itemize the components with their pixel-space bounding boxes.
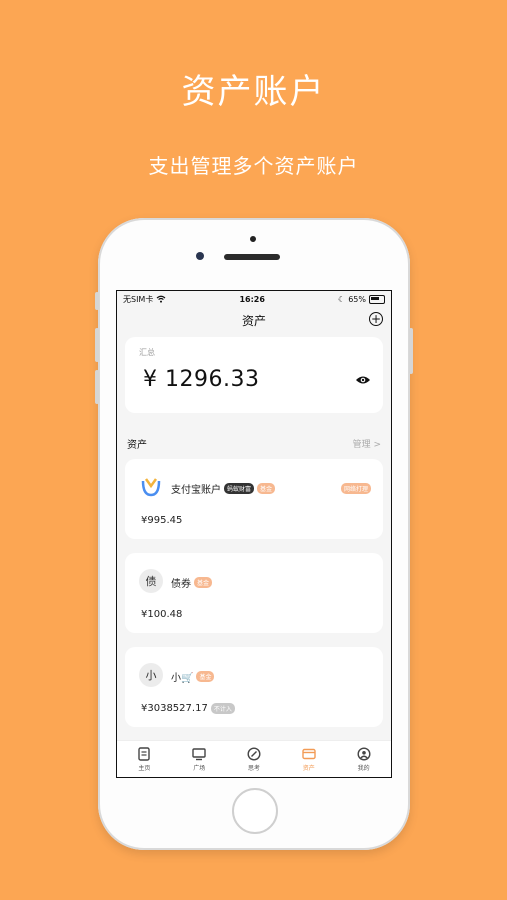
moon-icon: ☾ bbox=[338, 294, 346, 304]
tab-label: 思考 bbox=[247, 764, 260, 772]
tab-label: 主页 bbox=[138, 764, 151, 772]
tab-home[interactable]: 主页 bbox=[117, 741, 172, 777]
nav-bar: 资产 + bbox=[117, 307, 391, 333]
promo-subline: 支出管理多个资产账户 bbox=[148, 154, 359, 178]
alipay-logo-icon bbox=[139, 475, 163, 499]
asset-amount: ¥3038527.17 不计入 bbox=[141, 703, 235, 714]
tab-label: 广场 bbox=[193, 764, 206, 772]
compass-icon bbox=[247, 746, 261, 761]
front-camera bbox=[196, 252, 204, 260]
tab-label: 我的 bbox=[357, 764, 370, 772]
battery-percent: 65% bbox=[348, 294, 366, 304]
asset-right-tag: 网络打理 bbox=[340, 483, 371, 494]
card-icon bbox=[302, 748, 316, 759]
summary-amount: ¥ 1296.33 bbox=[143, 367, 260, 392]
asset-tag: 基金 bbox=[194, 577, 213, 588]
tab-mine[interactable]: 我的 bbox=[336, 741, 391, 777]
tab-think[interactable]: 思考 bbox=[227, 741, 282, 777]
small-icon: 小 bbox=[139, 663, 163, 687]
tab-square[interactable]: 广场 bbox=[172, 741, 227, 777]
summary-card[interactable]: 汇总 ¥ 1296.33 bbox=[125, 337, 383, 413]
asset-card[interactable]: 支付宝账户 蚂蚁财富 基金 网络打理 ¥995.45 bbox=[125, 459, 383, 539]
volume-down-button bbox=[95, 370, 99, 404]
assets-section-header: 资产 管理 > bbox=[117, 431, 391, 455]
asset-amount: ¥100.48 bbox=[141, 609, 182, 620]
monitor-icon bbox=[192, 747, 206, 760]
assets-section-title: 资产 bbox=[127, 439, 147, 451]
earpiece-speaker bbox=[224, 254, 280, 260]
phone-sensor bbox=[250, 236, 256, 242]
promo-headline: 资产账户 bbox=[181, 72, 326, 112]
power-button bbox=[409, 328, 413, 374]
user-icon bbox=[357, 746, 371, 761]
asset-amount-value: ¥3038527.17 bbox=[141, 703, 208, 714]
asset-amount-value: ¥995.45 bbox=[141, 515, 183, 526]
tab-bar: 主页 广场 思考 资产 我的 bbox=[117, 740, 391, 777]
asset-amount: ¥995.45 bbox=[141, 515, 182, 526]
tab-assets[interactable]: 资产 bbox=[281, 741, 336, 777]
eye-icon[interactable] bbox=[355, 375, 371, 385]
asset-name-text: 小🛒 bbox=[171, 673, 194, 684]
phone-frame: 无SIM卡 16:26 ☾ 65% 资产 + 汇总 ¥ 1296.33 资产 管… bbox=[95, 218, 413, 850]
bond-icon: 债 bbox=[139, 569, 163, 593]
phone-screen: 无SIM卡 16:26 ☾ 65% 资产 + 汇总 ¥ 1296.33 资产 管… bbox=[116, 290, 392, 778]
asset-name: 支付宝账户 蚂蚁财富 基金 bbox=[171, 481, 276, 496]
asset-name-text: 支付宝账户 bbox=[171, 485, 221, 496]
exclude-tag: 不计入 bbox=[210, 703, 235, 714]
manage-link[interactable]: 管理 > bbox=[353, 437, 381, 450]
summary-label: 汇总 bbox=[139, 348, 155, 357]
document-icon bbox=[138, 746, 151, 761]
battery-icon bbox=[368, 294, 385, 304]
page-title: 资产 bbox=[241, 313, 266, 328]
asset-name: 债券 基金 bbox=[171, 575, 213, 590]
status-bar: 无SIM卡 16:26 ☾ 65% bbox=[117, 291, 391, 307]
home-button[interactable] bbox=[232, 788, 278, 834]
asset-card[interactable]: 债 债券 基金 ¥100.48 bbox=[125, 553, 383, 633]
asset-amount-value: ¥100.48 bbox=[141, 609, 183, 620]
asset-tag: 基金 bbox=[257, 483, 276, 494]
asset-name: 小🛒 基金 bbox=[171, 669, 215, 684]
status-time: 16:26 bbox=[239, 294, 265, 304]
asset-tag: 基金 bbox=[196, 671, 215, 682]
volume-up-button bbox=[95, 328, 99, 362]
wifi-icon bbox=[156, 295, 166, 303]
asset-card[interactable]: 小 小🛒 基金 ¥3038527.17 不计入 bbox=[125, 647, 383, 727]
asset-badge: 蚂蚁财富 bbox=[224, 483, 255, 494]
plus-circle-icon[interactable]: + bbox=[369, 312, 383, 326]
carrier-label: 无SIM卡 bbox=[123, 294, 154, 304]
tab-label: 资产 bbox=[302, 764, 315, 772]
mute-switch bbox=[95, 292, 99, 310]
asset-name-text: 债券 bbox=[171, 579, 191, 590]
